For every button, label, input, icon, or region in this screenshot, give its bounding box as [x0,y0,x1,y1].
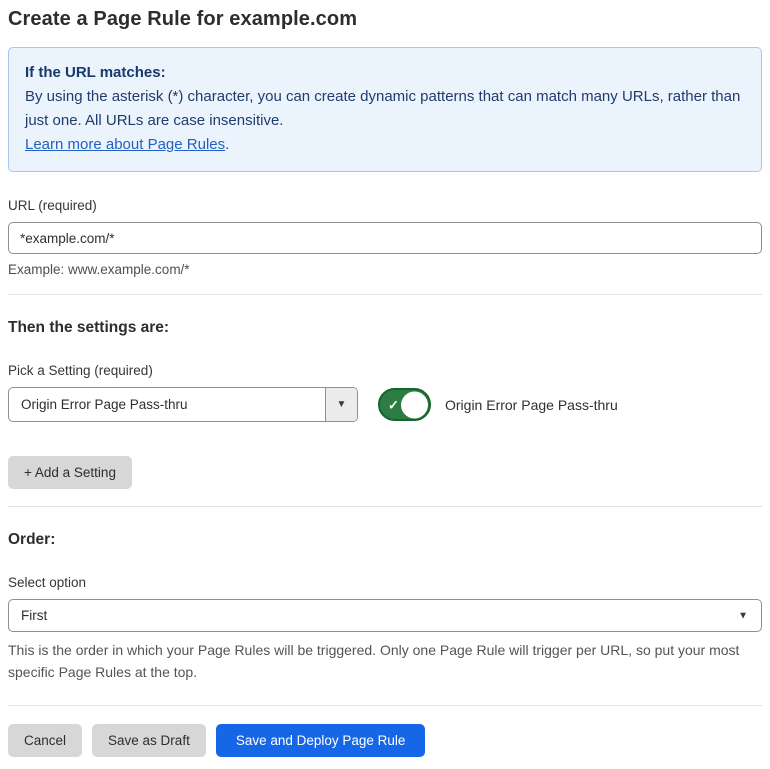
create-page-rule-panel: Create a Page Rule for example.com If th… [0,0,770,769]
setting-toggle-label: Origin Error Page Pass-thru [445,396,618,413]
setting-dropdown-value: Origin Error Page Pass-thru [21,397,188,412]
learn-more-link[interactable]: Learn more about Page Rules [25,136,225,153]
chevron-down-icon: ▼ [336,399,347,410]
check-icon: ✓ [388,397,399,412]
order-help-text: This is the order in which your Page Rul… [8,642,740,680]
order-select[interactable]: First ▼ [8,599,762,632]
setting-dropdown-arrow-button[interactable]: ▼ [325,388,357,421]
setting-toggle[interactable]: ✓ [378,388,431,421]
settings-section-heading: Then the settings are: [8,319,170,336]
save-as-draft-button[interactable]: Save as Draft [92,724,206,757]
info-box-body: By using the asterisk (*) character, you… [25,88,741,129]
page-title: Create a Page Rule for example.com [8,8,358,30]
footer-actions: Cancel Save as Draft Save and Deploy Pag… [8,724,762,757]
divider [8,506,762,507]
link-suffix: . [225,136,230,153]
cancel-button[interactable]: Cancel [8,724,83,757]
save-and-deploy-button[interactable]: Save and Deploy Page Rule [215,724,426,757]
add-setting-button[interactable]: + Add a Setting [8,456,132,489]
divider [8,294,762,295]
order-select-label: Select option [8,575,87,590]
url-field-label: URL (required) [8,198,97,213]
order-select-value: First [21,608,48,623]
url-input[interactable] [8,222,762,254]
info-box-heading: If the URL matches: [25,64,166,81]
pick-setting-label: Pick a Setting (required) [8,363,153,378]
url-example-text: Example: www.example.com/* [8,262,190,277]
toggle-knob [401,391,428,418]
setting-row: Origin Error Page Pass-thru ▼ ✓ Origin E… [8,387,762,422]
setting-dropdown[interactable]: Origin Error Page Pass-thru ▼ [8,387,358,422]
divider [8,705,762,706]
url-match-info-box: If the URL matches: By using the asteris… [8,47,762,172]
order-section-heading: Order: [8,531,56,548]
chevron-down-icon: ▼ [738,610,748,621]
info-box-link-line: Learn more about Page Rules. [25,133,745,157]
